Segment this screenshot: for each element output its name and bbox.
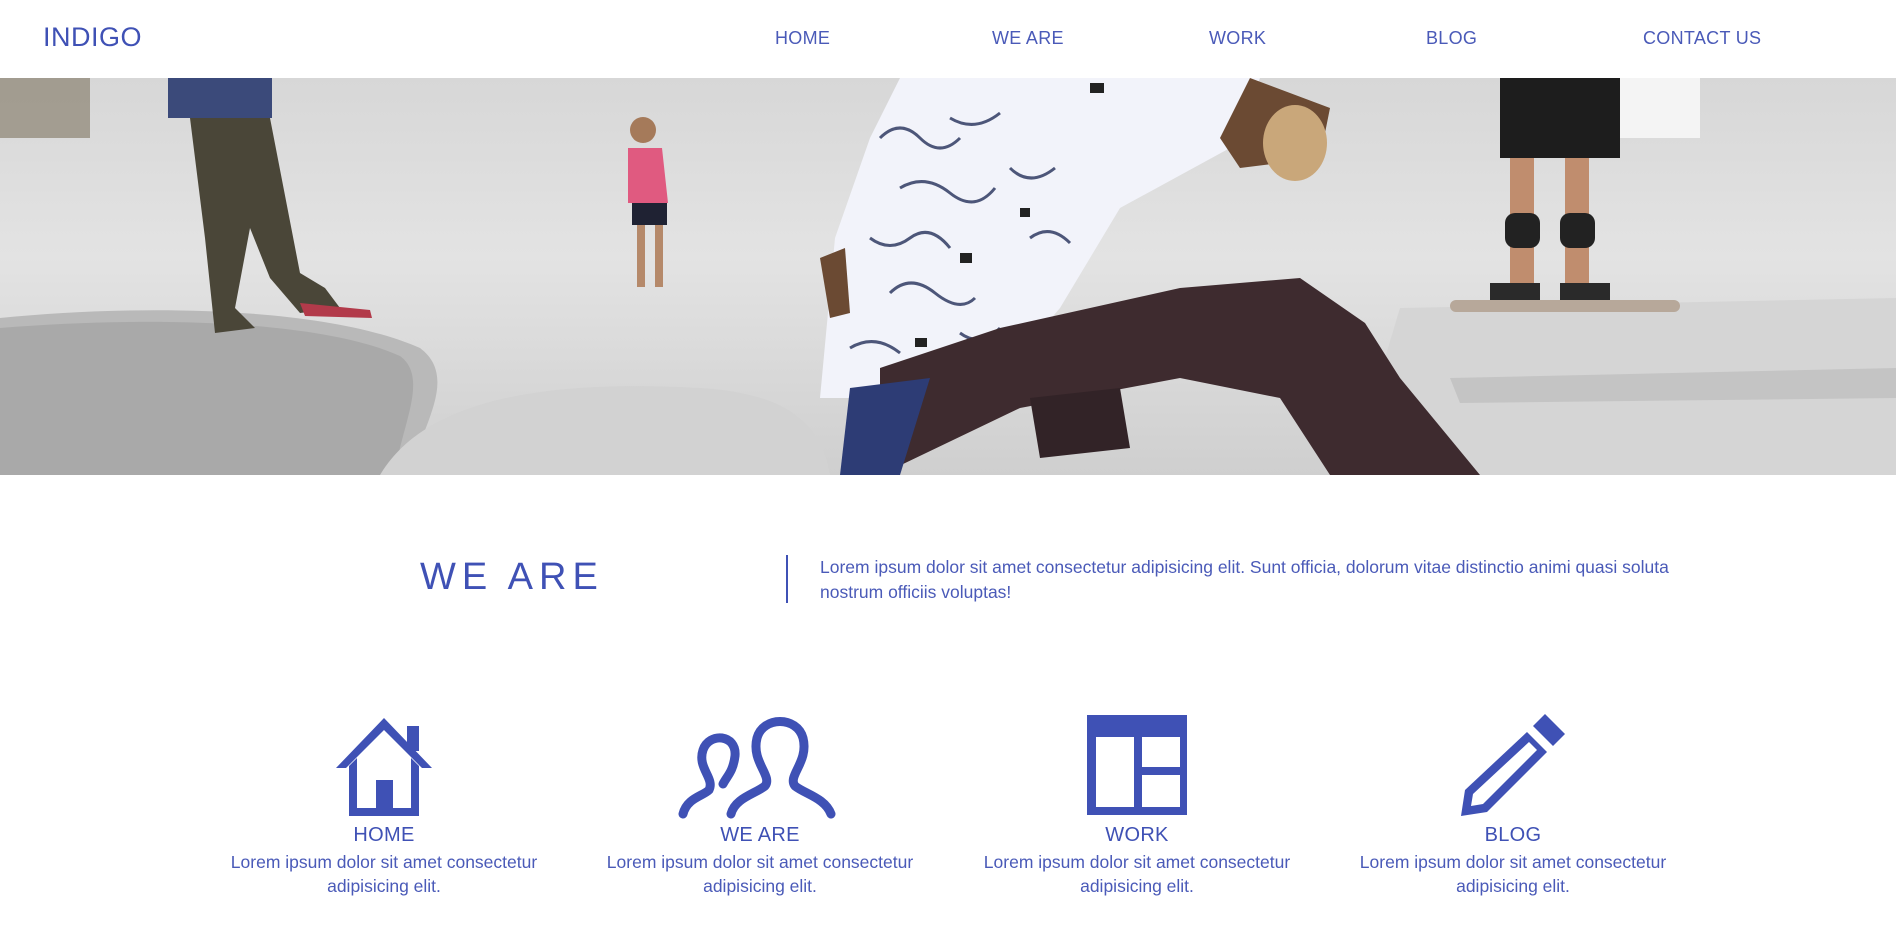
feature-blog: BLOG Lorem ipsum dolor sit amet consecte…: [1348, 710, 1678, 898]
about-divider: [786, 555, 788, 603]
pencil-icon: [1461, 714, 1565, 816]
home-icon: [336, 718, 432, 816]
feature-description: Lorem ipsum dolor sit amet consectetur a…: [606, 852, 914, 896]
feature-description: Lorem ipsum dolor sit amet consectetur a…: [983, 852, 1291, 896]
nav-link-contact-us[interactable]: CONTACT US: [1643, 28, 1761, 49]
layout-icon: [1087, 715, 1187, 815]
feature-home: HOME Lorem ipsum dolor sit amet consecte…: [219, 710, 549, 898]
nav-link-work[interactable]: WORK: [1209, 28, 1266, 49]
about-title: WE ARE: [420, 556, 604, 598]
nav-link-we-are[interactable]: WE ARE: [992, 28, 1064, 49]
hero-image: [0, 78, 1896, 475]
feature-description: Lorem ipsum dolor sit amet consectetur a…: [230, 852, 538, 896]
about-text: Lorem ipsum dolor sit amet consectetur a…: [820, 557, 1669, 602]
site-header: INDIGO HOME WE ARE WORK BLOG CONTACT US: [0, 0, 1896, 78]
feature-title: WE ARE: [720, 824, 800, 846]
site-logo[interactable]: INDIGO: [43, 22, 142, 53]
nav-link-blog[interactable]: BLOG: [1426, 28, 1477, 49]
feature-work: WORK Lorem ipsum dolor sit amet consecte…: [972, 710, 1302, 898]
users-icon: [678, 717, 836, 819]
feature-title: BLOG: [1484, 824, 1542, 846]
feature-description: Lorem ipsum dolor sit amet consectetur a…: [1359, 852, 1667, 896]
nav-link-home[interactable]: HOME: [775, 28, 830, 49]
feature-title: HOME: [353, 824, 415, 846]
feature-title: WORK: [1105, 824, 1169, 846]
feature-we-are: WE ARE Lorem ipsum dolor sit amet consec…: [595, 710, 925, 898]
